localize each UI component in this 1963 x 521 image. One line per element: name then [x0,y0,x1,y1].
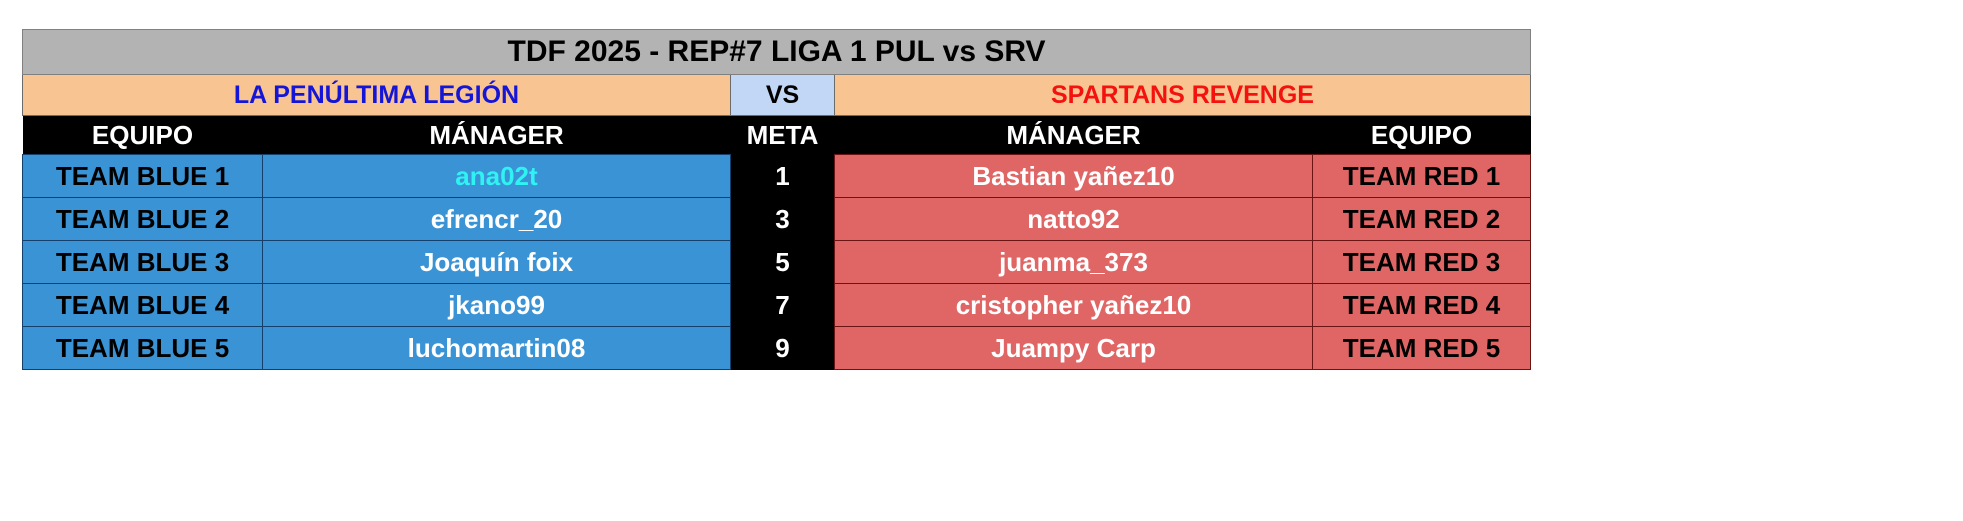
matchup-row: LA PENÚLTIMA LEGIÓN VS SPARTANS REVENGE [22,74,1531,116]
left-team-name: LA PENÚLTIMA LEGIÓN [22,74,731,116]
table-row: TEAM BLUE 5 luchomartin08 9 Juampy Carp … [22,326,1531,370]
match-lineup-table: TDF 2025 - REP#7 LIGA 1 PUL vs SRV LA PE… [22,29,1531,370]
team-blue: TEAM BLUE 1 [22,154,263,198]
header-manager-right: MÁNAGER [834,115,1313,155]
meta-value: 9 [730,326,835,370]
table-row: TEAM BLUE 3 Joaquín foix 5 juanma_373 TE… [22,240,1531,284]
header-meta: META [730,115,835,155]
table-row: TEAM BLUE 4 jkano99 7 cristopher yañez10… [22,283,1531,327]
manager-blue: Joaquín foix [262,240,731,284]
meta-value: 3 [730,197,835,241]
team-blue: TEAM BLUE 5 [22,326,263,370]
table-row: TEAM BLUE 2 efrencr_20 3 natto92 TEAM RE… [22,197,1531,241]
team-blue: TEAM BLUE 3 [22,240,263,284]
team-red: TEAM RED 3 [1312,240,1531,284]
vs-label: VS [730,74,835,116]
header-equipo-left: EQUIPO [22,115,263,155]
right-team-name: SPARTANS REVENGE [834,74,1531,116]
table-row: TEAM BLUE 1 ana02t 1 Bastian yañez10 TEA… [22,154,1531,198]
manager-blue: efrencr_20 [262,197,731,241]
column-header-row: EQUIPO MÁNAGER META MÁNAGER EQUIPO [22,115,1531,155]
meta-value: 7 [730,283,835,327]
manager-blue: luchomartin08 [262,326,731,370]
title-row: TDF 2025 - REP#7 LIGA 1 PUL vs SRV [22,29,1531,75]
team-red: TEAM RED 5 [1312,326,1531,370]
meta-value: 5 [730,240,835,284]
team-red: TEAM RED 1 [1312,154,1531,198]
manager-blue: ana02t [262,154,731,198]
team-red: TEAM RED 4 [1312,283,1531,327]
team-blue: TEAM BLUE 4 [22,283,263,327]
manager-red: cristopher yañez10 [834,283,1313,327]
team-blue: TEAM BLUE 2 [22,197,263,241]
header-equipo-right: EQUIPO [1312,115,1531,155]
manager-red: juanma_373 [834,240,1313,284]
page-title: TDF 2025 - REP#7 LIGA 1 PUL vs SRV [22,29,1531,75]
manager-red: Juampy Carp [834,326,1313,370]
manager-red: Bastian yañez10 [834,154,1313,198]
team-red: TEAM RED 2 [1312,197,1531,241]
header-manager-left: MÁNAGER [262,115,731,155]
manager-blue: jkano99 [262,283,731,327]
manager-red: natto92 [834,197,1313,241]
meta-value: 1 [730,154,835,198]
